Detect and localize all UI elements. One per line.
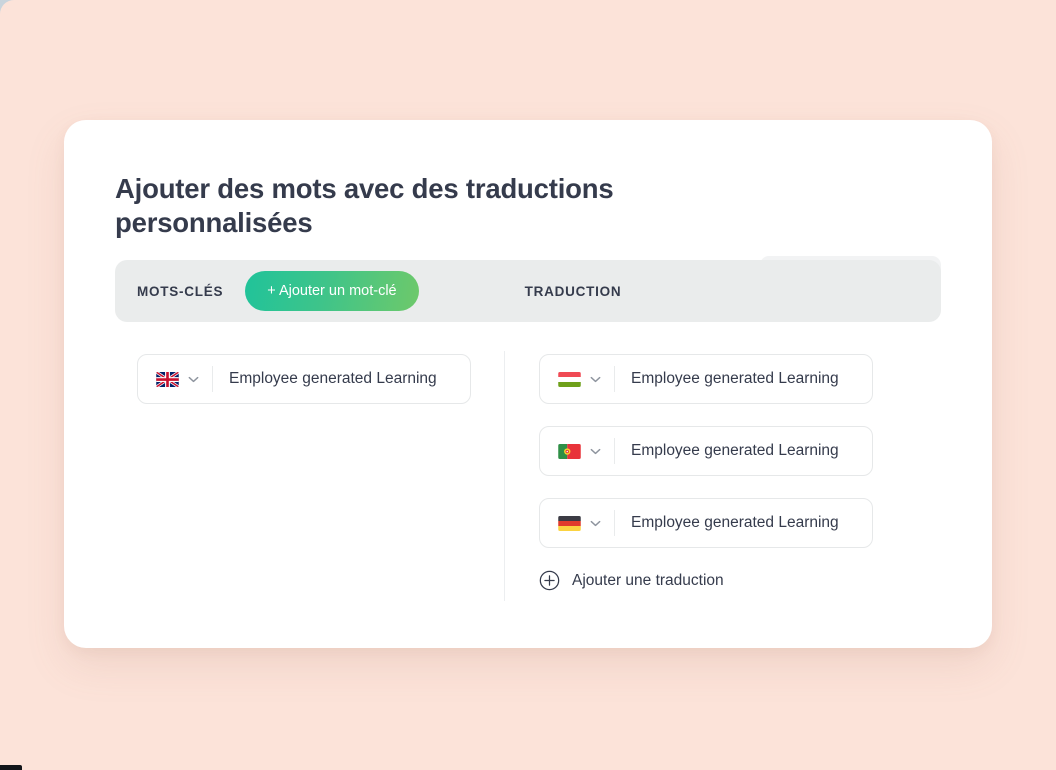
translation-value[interactable]: Employee generated Learning [615, 442, 839, 460]
chevron-down-icon [590, 448, 601, 454]
chevron-down-icon [188, 376, 199, 382]
add-translation-label: Ajouter une traduction [572, 571, 724, 589]
translation-row[interactable]: Employee generated Learning [539, 354, 873, 404]
language-selector-germany[interactable] [540, 499, 614, 547]
add-translation-button[interactable]: Ajouter une traduction [539, 570, 724, 591]
portugal-flag-icon [558, 443, 581, 459]
translation-value[interactable]: Employee generated Learning [615, 370, 839, 388]
chevron-down-icon [590, 520, 601, 526]
screen-edge-marker [0, 765, 22, 770]
tab-translation[interactable]: TRADUCTION [525, 284, 622, 299]
uk-flag-icon [156, 371, 179, 387]
card-body: Employee generated Learning Employee gen… [115, 342, 941, 648]
page-background: Ajouter des mots avec des traductions pe… [0, 0, 1056, 770]
translations-column: Employee generated Learning Employee gen… [539, 354, 873, 591]
keyword-row[interactable]: Employee generated Learning [137, 354, 471, 404]
chevron-down-icon [590, 376, 601, 382]
column-divider [504, 351, 505, 601]
keywords-column: Employee generated Learning [137, 354, 471, 426]
plus-circle-icon [539, 570, 560, 591]
language-selector-portugal[interactable] [540, 427, 614, 475]
language-selector-uk[interactable] [138, 355, 212, 403]
tab-keywords[interactable]: MOTS-CLÉS [137, 284, 223, 299]
keyword-value[interactable]: Employee generated Learning [213, 370, 437, 388]
language-selector-hungary[interactable] [540, 355, 614, 403]
page-title: Ajouter des mots avec des traductions pe… [115, 173, 614, 239]
tabbar: MOTS-CLÉS + Ajouter un mot-clé TRADUCTIO… [115, 260, 941, 322]
translation-row[interactable]: Employee generated Learning [539, 498, 873, 548]
custom-translations-card: Ajouter des mots avec des traductions pe… [64, 120, 992, 648]
hungary-flag-icon [558, 371, 581, 387]
germany-flag-icon [558, 515, 581, 531]
translation-value[interactable]: Employee generated Learning [615, 514, 839, 532]
card-header: Ajouter des mots avec des traductions pe… [115, 172, 941, 301]
add-keyword-button[interactable]: + Ajouter un mot-clé [245, 271, 419, 311]
translation-row[interactable]: Employee generated Learning [539, 426, 873, 476]
